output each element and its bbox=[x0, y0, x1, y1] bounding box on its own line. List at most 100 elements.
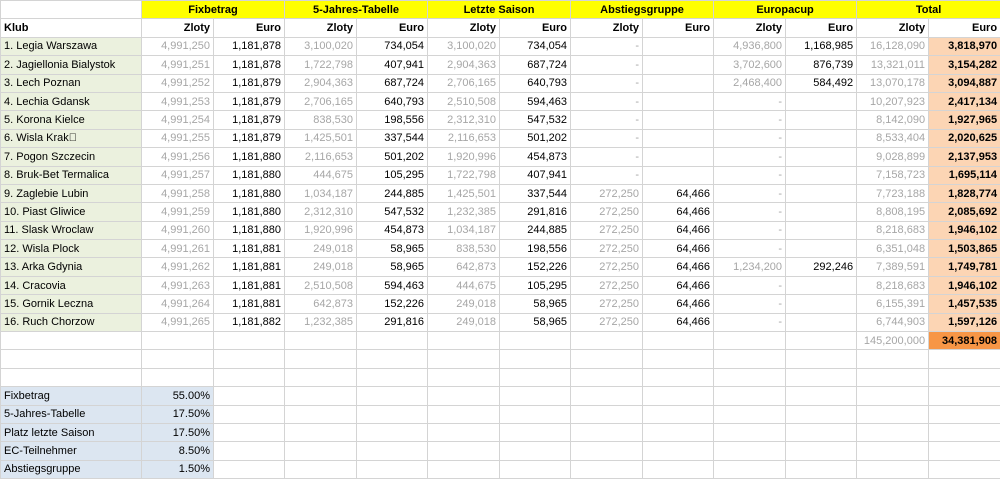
empty-cell[interactable] bbox=[357, 332, 428, 350]
empty-cell[interactable] bbox=[857, 442, 929, 460]
empty-cell[interactable] bbox=[929, 405, 1000, 423]
header-letzte-saison[interactable]: Letzte Saison bbox=[428, 1, 571, 19]
empty-cell[interactable] bbox=[142, 332, 214, 350]
zloty-header[interactable]: Zloty bbox=[142, 19, 214, 37]
empty-cell[interactable] bbox=[428, 350, 500, 368]
empty-cell[interactable] bbox=[214, 350, 285, 368]
empty-cell[interactable] bbox=[643, 442, 714, 460]
header-5-jahres-tabelle[interactable]: 5-Jahres-Tabelle bbox=[285, 1, 428, 19]
euro-header[interactable]: Euro bbox=[500, 19, 571, 37]
five-year-euro-cell[interactable]: 58,965 bbox=[357, 240, 428, 258]
zloty-header[interactable]: Zloty bbox=[285, 19, 357, 37]
last-season-zloty-cell[interactable]: 2,116,653 bbox=[428, 129, 500, 147]
relegation-euro-cell[interactable]: 64,466 bbox=[643, 184, 714, 202]
empty-cell[interactable] bbox=[857, 387, 929, 405]
relegation-euro-cell[interactable] bbox=[643, 111, 714, 129]
five-year-zloty-cell[interactable]: 1,722,798 bbox=[285, 56, 357, 74]
fix-zloty-cell[interactable]: 4,991,260 bbox=[142, 221, 214, 239]
europacup-euro-cell[interactable]: 876,739 bbox=[786, 56, 857, 74]
fix-euro-cell[interactable]: 1,181,880 bbox=[214, 221, 285, 239]
empty-cell[interactable] bbox=[428, 387, 500, 405]
total-euro-cell[interactable]: 2,085,692 bbox=[929, 203, 1000, 221]
relegation-euro-cell[interactable]: 64,466 bbox=[643, 240, 714, 258]
europacup-euro-cell[interactable] bbox=[786, 92, 857, 110]
relegation-zloty-cell[interactable]: - bbox=[571, 37, 643, 55]
empty-cell[interactable] bbox=[857, 368, 929, 386]
fix-euro-cell[interactable]: 1,181,879 bbox=[214, 111, 285, 129]
last-season-zloty-cell[interactable]: 444,675 bbox=[428, 276, 500, 294]
five-year-zloty-cell[interactable]: 1,920,996 bbox=[285, 221, 357, 239]
empty-cell[interactable] bbox=[285, 442, 357, 460]
relegation-euro-cell[interactable] bbox=[643, 74, 714, 92]
empty-cell[interactable] bbox=[214, 387, 285, 405]
empty-cell[interactable] bbox=[357, 423, 428, 441]
europacup-euro-cell[interactable] bbox=[786, 203, 857, 221]
five-year-euro-cell[interactable]: 244,885 bbox=[357, 184, 428, 202]
fix-zloty-cell[interactable]: 4,991,254 bbox=[142, 111, 214, 129]
relegation-zloty-cell[interactable]: - bbox=[571, 148, 643, 166]
five-year-euro-cell[interactable]: 105,295 bbox=[357, 166, 428, 184]
last-season-zloty-cell[interactable]: 1,034,187 bbox=[428, 221, 500, 239]
total-euro-cell[interactable]: 3,094,887 bbox=[929, 74, 1000, 92]
empty-cell[interactable] bbox=[857, 423, 929, 441]
total-zloty-cell[interactable]: 6,744,903 bbox=[857, 313, 929, 331]
five-year-euro-cell[interactable]: 198,556 bbox=[357, 111, 428, 129]
empty-cell[interactable] bbox=[571, 332, 643, 350]
empty-cell[interactable] bbox=[214, 442, 285, 460]
last-season-zloty-cell[interactable]: 838,530 bbox=[428, 240, 500, 258]
empty-cell[interactable] bbox=[142, 350, 214, 368]
relegation-zloty-cell[interactable]: - bbox=[571, 92, 643, 110]
empty-cell[interactable] bbox=[1, 350, 142, 368]
five-year-zloty-cell[interactable]: 2,116,653 bbox=[285, 148, 357, 166]
total-zloty-cell[interactable]: 7,389,591 bbox=[857, 258, 929, 276]
empty-cell[interactable] bbox=[571, 460, 643, 478]
empty-cell[interactable] bbox=[714, 405, 786, 423]
five-year-zloty-cell[interactable]: 2,904,363 bbox=[285, 74, 357, 92]
zloty-header[interactable]: Zloty bbox=[857, 19, 929, 37]
fix-zloty-cell[interactable]: 4,991,253 bbox=[142, 92, 214, 110]
empty-cell[interactable] bbox=[857, 350, 929, 368]
relegation-zloty-cell[interactable]: - bbox=[571, 56, 643, 74]
empty-cell[interactable] bbox=[571, 442, 643, 460]
last-season-zloty-cell[interactable]: 249,018 bbox=[428, 295, 500, 313]
europacup-euro-cell[interactable] bbox=[786, 184, 857, 202]
empty-cell[interactable] bbox=[214, 423, 285, 441]
five-year-euro-cell[interactable]: 687,724 bbox=[357, 74, 428, 92]
club-name-cell[interactable]: 10. Piast Gliwice bbox=[1, 203, 142, 221]
empty-cell[interactable] bbox=[929, 368, 1000, 386]
club-name-cell[interactable]: 4. Lechia Gdansk bbox=[1, 92, 142, 110]
empty-cell[interactable] bbox=[285, 460, 357, 478]
relegation-euro-cell[interactable]: 64,466 bbox=[643, 313, 714, 331]
five-year-euro-cell[interactable]: 547,532 bbox=[357, 203, 428, 221]
klub-header[interactable]: Klub bbox=[1, 19, 142, 37]
fix-euro-cell[interactable]: 1,181,879 bbox=[214, 129, 285, 147]
total-zloty-cell[interactable]: 7,158,723 bbox=[857, 166, 929, 184]
europacup-zloty-cell[interactable]: - bbox=[714, 184, 786, 202]
zloty-header[interactable]: Zloty bbox=[571, 19, 643, 37]
empty-cell[interactable] bbox=[714, 368, 786, 386]
five-year-euro-cell[interactable]: 594,463 bbox=[357, 276, 428, 294]
empty-cell[interactable] bbox=[357, 387, 428, 405]
club-name-cell[interactable]: 9. Zaglebie Lubin bbox=[1, 184, 142, 202]
last-season-euro-cell[interactable]: 152,226 bbox=[500, 258, 571, 276]
five-year-euro-cell[interactable]: 58,965 bbox=[357, 258, 428, 276]
empty-cell[interactable] bbox=[1, 368, 142, 386]
total-zloty-cell[interactable]: 8,533,404 bbox=[857, 129, 929, 147]
fix-euro-cell[interactable]: 1,181,881 bbox=[214, 240, 285, 258]
five-year-zloty-cell[interactable]: 2,510,508 bbox=[285, 276, 357, 294]
total-zloty-cell[interactable]: 13,070,178 bbox=[857, 74, 929, 92]
relegation-zloty-cell[interactable]: 272,250 bbox=[571, 203, 643, 221]
last-season-zloty-cell[interactable]: 249,018 bbox=[428, 313, 500, 331]
relegation-zloty-cell[interactable]: - bbox=[571, 129, 643, 147]
empty-cell[interactable] bbox=[357, 350, 428, 368]
weight-label-cell[interactable]: Abstiegsgruppe bbox=[1, 460, 142, 478]
last-season-euro-cell[interactable]: 734,054 bbox=[500, 37, 571, 55]
empty-cell[interactable] bbox=[929, 442, 1000, 460]
weight-label-cell[interactable]: Platz letzte Saison bbox=[1, 423, 142, 441]
blank-cell[interactable] bbox=[1, 1, 142, 19]
empty-cell[interactable] bbox=[643, 368, 714, 386]
fix-zloty-cell[interactable]: 4,991,251 bbox=[142, 56, 214, 74]
fix-zloty-cell[interactable]: 4,991,257 bbox=[142, 166, 214, 184]
club-name-cell[interactable]: 6. Wisla Krak  bbox=[1, 129, 142, 147]
five-year-zloty-cell[interactable]: 838,530 bbox=[285, 111, 357, 129]
